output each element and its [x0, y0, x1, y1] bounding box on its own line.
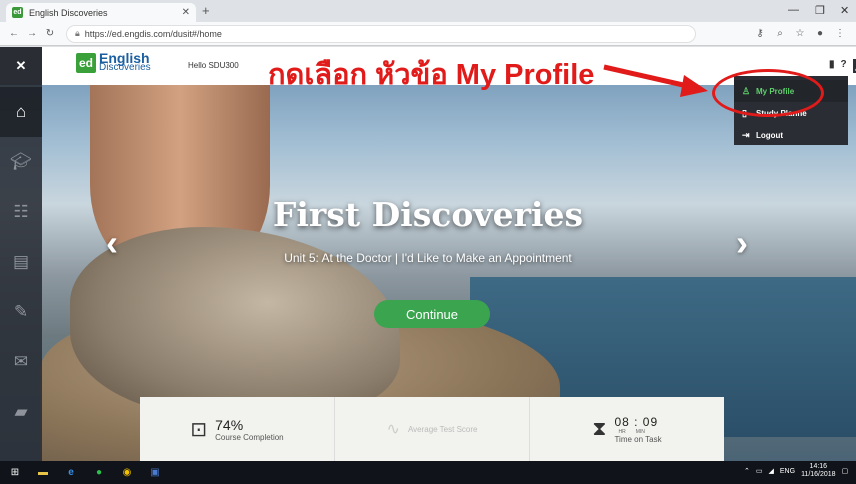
user-menu-icon[interactable]: 👤︎ [852, 59, 856, 73]
home-icon[interactable]: ⌂ [0, 87, 42, 137]
menu-item-label: Logout [756, 130, 784, 140]
clock-time: 14:16 [809, 463, 828, 470]
app-logo[interactable]: ed English Discoveries [76, 51, 151, 73]
chevron-left-icon[interactable]: ‹ [106, 222, 118, 264]
url-bar[interactable]: 🔒︎ https://ed.engdis.com/dusit#/home [66, 24, 696, 43]
chevron-right-icon[interactable]: › [736, 222, 748, 264]
edge-browser-icon[interactable]: e [64, 466, 78, 480]
system-tray: ⌃ ▭ ◢ ENG 14:16 11/16/2018 ▢ [744, 463, 848, 479]
clipboard-icon[interactable]: ▤ [0, 237, 42, 287]
network-icon[interactable]: ▭ [756, 467, 763, 475]
sidebar: ✕ ⌂ 🎓︎ ☷ ▤ ✎ ✉ ▰ [0, 47, 42, 461]
favicon-icon: ed [12, 7, 23, 18]
instruction-annotation: กดเลือก หัวข้อ My Profile [268, 59, 595, 91]
pulse-chart-icon: ∿ [386, 421, 400, 438]
word-icon[interactable]: ▣ [148, 466, 162, 480]
browser-tab[interactable]: ed English Discoveries ✕ [6, 3, 196, 22]
time-hr-label: HR [618, 428, 626, 435]
new-tab-icon[interactable]: + [202, 3, 210, 18]
book-icon[interactable]: ▰ [0, 387, 42, 437]
help-icon[interactable]: ? [841, 59, 847, 73]
header-actions: ▮ ? 👤︎ [829, 59, 856, 73]
restore-icon[interactable]: ❐ [815, 4, 825, 17]
url-text: https://ed.engdis.com/dusit#/home [84, 28, 222, 39]
menu-dots-icon[interactable]: ⋮ [830, 28, 850, 39]
course-completion-stat[interactable]: ⊡ 74% Course Completion [140, 397, 335, 461]
forward-icon[interactable]: → [24, 28, 40, 39]
close-sidebar-icon[interactable]: ✕ [0, 47, 42, 85]
notifications-icon[interactable]: ▢ [842, 467, 849, 475]
time-value: 08 : 09 [614, 414, 659, 429]
window-close-icon[interactable]: ✕ [840, 4, 849, 17]
tray-chevron-icon[interactable]: ⌃ [744, 467, 750, 475]
chrome-icon[interactable]: ◉ [120, 466, 134, 480]
completion-icon: ⊡ [190, 418, 208, 441]
language-indicator[interactable]: ENG [780, 468, 795, 475]
menu-item-logout[interactable]: ⇥ Logout [734, 124, 848, 146]
windows-start-icon[interactable]: ⊞ [8, 466, 22, 480]
reload-icon[interactable]: ↻ [42, 28, 58, 39]
browser-tab-bar: ed English Discoveries ✕ + — ❐ ✕ [0, 0, 856, 22]
time-on-task-stat[interactable]: ⧗ 08 : 09 HR MIN Time on Task [530, 397, 724, 461]
logout-icon: ⇥ [742, 129, 750, 140]
highlight-circle [712, 69, 824, 117]
page-content: ed English Discoveries Hello SDU300 กดเล… [0, 47, 856, 461]
lock-icon: 🔒︎ [75, 28, 80, 38]
bookmark-star-icon[interactable]: ☆ [790, 28, 810, 39]
os-taskbar: ⊞ ▬ e ● ◉ ▣ [0, 461, 856, 484]
assignments-icon[interactable]: ✎ [0, 287, 42, 337]
profile-avatar-icon[interactable]: ● [810, 28, 830, 39]
messages-icon[interactable]: ✉ [0, 337, 42, 387]
continue-button[interactable]: Continue [374, 300, 490, 328]
time-min-label: MIN [635, 428, 645, 435]
hero-subtitle: Unit 5: At the Doctor | I'd Like to Make… [284, 251, 572, 265]
line-app-icon[interactable]: ● [92, 466, 106, 480]
close-tab-icon[interactable]: ✕ [182, 7, 190, 18]
progress-stats: ⊡ 74% Course Completion ∿ Average Test S… [140, 397, 724, 461]
zoom-icon[interactable]: ⌕ [770, 28, 790, 39]
file-explorer-icon[interactable]: ▬ [36, 466, 50, 480]
community-icon[interactable]: ☷ [0, 187, 42, 237]
greeting-text: Hello SDU300 [188, 61, 239, 70]
clock-date: 11/16/2018 [801, 471, 836, 478]
address-toolbar: ← → ↻ 🔒︎ https://ed.engdis.com/dusit#/ho… [0, 22, 856, 46]
completion-label: Course Completion [215, 432, 284, 442]
minimize-icon[interactable]: — [788, 4, 799, 16]
time-label: Time on Task [614, 434, 662, 444]
annotation-arrow-icon [603, 64, 708, 97]
clock[interactable]: 14:16 11/16/2018 [801, 463, 836, 479]
hourglass-icon: ⧗ [592, 417, 607, 440]
completion-value: 74% [215, 416, 244, 433]
graduation-cap-icon[interactable]: 🎓︎ [0, 137, 42, 187]
logo-brand-line2: Discoveries [99, 62, 151, 73]
key-icon[interactable]: ⚷ [750, 28, 770, 39]
notification-icon[interactable]: ▮ [829, 59, 835, 73]
logo-mark: ed [76, 53, 96, 73]
test-score-label: Average Test Score [407, 424, 478, 434]
volume-icon[interactable]: ◢ [769, 467, 774, 475]
hero-title: First Discoveries [272, 195, 584, 234]
back-icon[interactable]: ← [6, 28, 22, 39]
tab-title: English Discoveries [29, 7, 108, 18]
average-test-score-stat[interactable]: ∿ Average Test Score [335, 397, 530, 461]
